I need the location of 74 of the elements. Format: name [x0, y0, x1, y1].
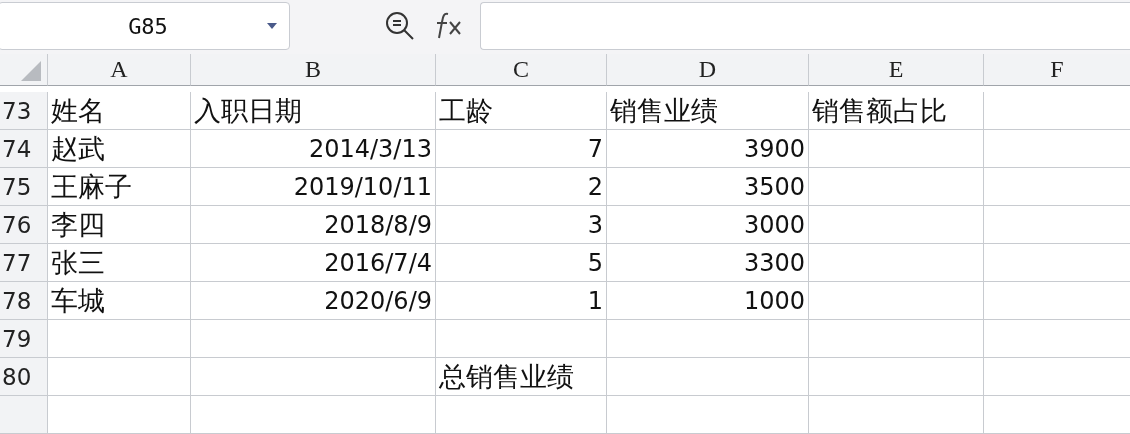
row-header[interactable]: 80: [0, 358, 47, 396]
row-header[interactable]: 75: [0, 168, 47, 206]
table-cell[interactable]: [190, 320, 435, 358]
table-cell[interactable]: 2016/7/4: [190, 244, 435, 282]
table-cell[interactable]: [808, 282, 983, 320]
table-cell[interactable]: 5: [435, 244, 606, 282]
table-cell[interactable]: 7: [435, 130, 606, 168]
table-cell[interactable]: 车城: [47, 282, 190, 320]
table-cell[interactable]: 销售额占比: [808, 92, 983, 130]
table-cell[interactable]: [808, 168, 983, 206]
table-cell[interactable]: 工龄: [435, 92, 606, 130]
row-header[interactable]: 79: [0, 320, 47, 358]
table-cell[interactable]: [983, 320, 1130, 358]
table-cell[interactable]: [808, 244, 983, 282]
table-cell[interactable]: [435, 320, 606, 358]
table-cell[interactable]: [606, 320, 808, 358]
table-cell[interactable]: 2018/8/9: [190, 206, 435, 244]
table-cell[interactable]: 3900: [606, 130, 808, 168]
table-cell[interactable]: [808, 206, 983, 244]
table-cell[interactable]: 王麻子: [47, 168, 190, 206]
table-cell[interactable]: [808, 358, 983, 396]
table-cell[interactable]: [190, 358, 435, 396]
table-cell[interactable]: 3300: [606, 244, 808, 282]
table-cell[interactable]: 1: [435, 282, 606, 320]
table-cell[interactable]: [808, 130, 983, 168]
column-header[interactable]: C: [435, 54, 606, 86]
table-cell[interactable]: [983, 396, 1130, 434]
table-cell[interactable]: 总销售业绩: [435, 358, 606, 396]
column-header[interactable]: F: [983, 54, 1130, 86]
table-cell[interactable]: 赵武: [47, 130, 190, 168]
zoom-out-icon[interactable]: [384, 10, 416, 42]
column-header[interactable]: B: [190, 54, 435, 86]
row-header[interactable]: 76: [0, 206, 47, 244]
table-cell[interactable]: [983, 206, 1130, 244]
table-cell[interactable]: 入职日期: [190, 92, 435, 130]
row-header[interactable]: 73: [0, 92, 47, 130]
table-cell[interactable]: 3000: [606, 206, 808, 244]
table-cell[interactable]: [983, 358, 1130, 396]
table-cell[interactable]: 2014/3/13: [190, 130, 435, 168]
select-all-icon[interactable]: [21, 61, 41, 81]
name-box[interactable]: G85: [0, 2, 290, 50]
table-cell[interactable]: 2020/6/9: [190, 282, 435, 320]
table-cell[interactable]: [435, 396, 606, 434]
column-header[interactable]: A: [47, 54, 190, 86]
table-cell[interactable]: [47, 320, 190, 358]
table-cell[interactable]: [983, 92, 1130, 130]
row-header[interactable]: 78: [0, 282, 47, 320]
row-header[interactable]: 77: [0, 244, 47, 282]
table-cell[interactable]: [808, 320, 983, 358]
caret-icon[interactable]: [267, 23, 277, 29]
column-header[interactable]: D: [606, 54, 808, 86]
row-header[interactable]: [0, 396, 47, 434]
table-cell[interactable]: [808, 396, 983, 434]
table-cell[interactable]: [47, 396, 190, 434]
table-cell[interactable]: [190, 396, 435, 434]
table-cell[interactable]: 张三: [47, 244, 190, 282]
table-cell[interactable]: [983, 168, 1130, 206]
table-cell[interactable]: 3: [435, 206, 606, 244]
row-header[interactable]: 74: [0, 130, 47, 168]
table-cell[interactable]: [606, 396, 808, 434]
table-cell[interactable]: [606, 358, 808, 396]
table-cell[interactable]: 销售业绩: [606, 92, 808, 130]
formula-field[interactable]: [480, 2, 1130, 50]
table-cell[interactable]: 3500: [606, 168, 808, 206]
table-cell[interactable]: [983, 130, 1130, 168]
table-cell[interactable]: [983, 282, 1130, 320]
table-cell[interactable]: [47, 358, 190, 396]
column-header[interactable]: E: [808, 54, 983, 86]
table-cell[interactable]: 1000: [606, 282, 808, 320]
table-cell[interactable]: 姓名: [47, 92, 190, 130]
table-cell[interactable]: [983, 244, 1130, 282]
table-cell[interactable]: 2: [435, 168, 606, 206]
table-cell[interactable]: 2019/10/11: [190, 168, 435, 206]
table-cell[interactable]: 李四: [47, 206, 190, 244]
